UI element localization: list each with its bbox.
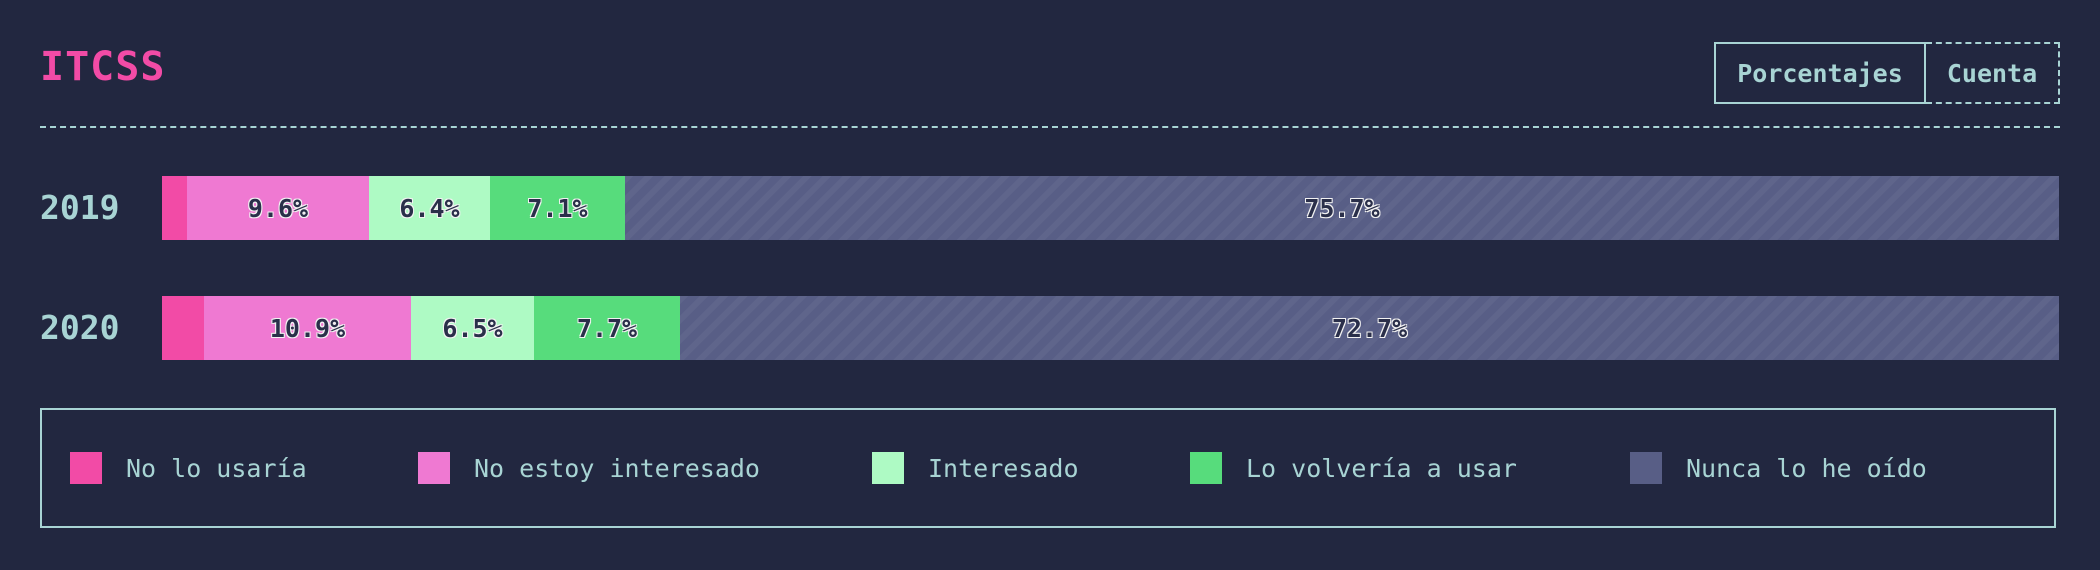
legend-swatch xyxy=(418,452,450,484)
bar-segment[interactable]: 7.7% xyxy=(534,296,680,360)
legend-swatch xyxy=(1630,452,1662,484)
legend-item[interactable]: No lo usaría xyxy=(70,410,307,526)
bar-segment[interactable]: 6.5% xyxy=(411,296,534,360)
bar-segment[interactable]: 6.4% xyxy=(369,176,490,240)
legend-label: Nunca lo he oído xyxy=(1686,453,1927,483)
metric-toggle: Porcentajes Cuenta xyxy=(1714,42,2060,104)
percentages-button[interactable]: Porcentajes xyxy=(1714,42,1926,104)
bar-row-2020: 10.9% 6.5% 7.7% 72.7% xyxy=(162,296,2059,360)
bar-segment[interactable] xyxy=(162,296,204,360)
bar-segment[interactable]: 9.6% xyxy=(187,176,369,240)
bar-segment[interactable]: 75.7% xyxy=(625,176,2059,240)
bar-segment[interactable]: 10.9% xyxy=(204,296,411,360)
chart-legend: No lo usaría No estoy interesado Interesad… xyxy=(40,408,2056,528)
legend-item[interactable]: Lo volvería a usar xyxy=(1190,410,1517,526)
legend-swatch xyxy=(1190,452,1222,484)
legend-item[interactable]: Interesado xyxy=(872,410,1079,526)
year-label-2019: 2019 xyxy=(40,188,120,227)
year-label-2020: 2020 xyxy=(40,308,120,347)
legend-label: No lo usaría xyxy=(126,453,307,483)
bar-segment[interactable] xyxy=(162,176,187,240)
legend-item[interactable]: No estoy interesado xyxy=(418,410,760,526)
legend-item[interactable]: Nunca lo he oído xyxy=(1630,410,1927,526)
legend-swatch xyxy=(872,452,904,484)
bar-segment[interactable]: 7.1% xyxy=(490,176,625,240)
chart-title: ITCSS xyxy=(40,44,166,90)
bar-segment[interactable]: 72.7% xyxy=(680,296,2059,360)
bar-row-2019: 9.6% 6.4% 7.1% 75.7% xyxy=(162,176,2059,240)
header-divider xyxy=(40,126,2060,128)
legend-label: Interesado xyxy=(928,453,1079,483)
legend-label: Lo volvería a usar xyxy=(1246,453,1517,483)
legend-swatch xyxy=(70,452,102,484)
count-button[interactable]: Cuenta xyxy=(1926,42,2060,104)
legend-label: No estoy interesado xyxy=(474,453,760,483)
